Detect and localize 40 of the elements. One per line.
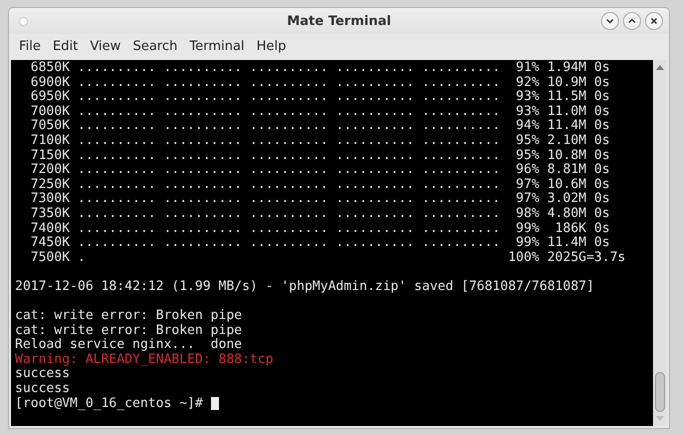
maximize-button[interactable] — [623, 12, 641, 30]
terminal-line: 7300K .......... .......... .......... .......... .......... 97% 3.02M 0s — [30, 192, 611, 207]
close-icon — [649, 16, 659, 26]
terminal-line: 7050K .......... .......... .......... .......... .......... 94% 11.4M 0s — [30, 119, 611, 134]
terminal-line: Warning: ALREADY_ENABLED: 888:tcp — [15, 352, 274, 368]
menu-item[interactable]: Terminal — [183, 38, 250, 54]
terminal-line: 7500K . 100% 2025G=3.7s — [30, 250, 626, 266]
terminal-line: 7200K .......... .......... .......... .......... .......... 96% 8.81M 0s — [30, 163, 611, 178]
scrollbar[interactable] — [653, 60, 667, 426]
terminal-line: 7250K .......... .......... .......... .......... .......... 97% 10.6M 0s — [30, 178, 611, 192]
terminal-line: success — [15, 367, 71, 382]
terminal-line: cat: write error: Broken pipe — [15, 324, 243, 338]
menu-item[interactable]: View — [84, 38, 127, 54]
terminal-line: 2017-12-06 18:42:12 (1.99 MB/s) - 'phpMyAdmin.zip' saved [7681087/7681087] — [15, 280, 596, 294]
text-cursor — [210, 397, 219, 410]
minimize-button[interactable] — [601, 12, 619, 30]
window-title: Mate Terminal — [286, 14, 392, 28]
chevron-down-icon — [605, 16, 615, 26]
scrollbar-thumb[interactable] — [655, 372, 665, 412]
menu-item[interactable]: Help — [250, 38, 292, 54]
terminal-line: 7000K .......... .......... .......... .......... .......... 93% 11.0M 0s — [30, 104, 611, 119]
menu-item[interactable]: File — [13, 38, 47, 54]
terminal-line: Reload service nginx... done — [15, 338, 243, 353]
terminal-line: success — [15, 382, 71, 397]
menu-item[interactable]: Search — [126, 38, 184, 54]
chevron-up-icon — [627, 16, 637, 26]
terminal-line: 7150K .......... .......... .......... .......... .......... 95% 10.8M 0s — [30, 148, 611, 163]
terminal-line: 6850K .......... .......... .......... .......... .......... 91% 1.94M 0s — [30, 61, 611, 76]
terminal-screen[interactable] — [11, 60, 653, 426]
terminal-line: 7350K .......... .......... .......... .......... .......... 98% 4.80M 0s — [30, 206, 611, 222]
scroll-up-icon[interactable] — [656, 64, 664, 70]
terminal-line: 7100K .......... .......... .......... .......... .......... 95% 2.10M 0s — [30, 134, 611, 149]
terminal-line: 6950K .......... .......... .......... .......... .......... 93% 11.5M 0s — [30, 90, 611, 105]
terminal-line: cat: write error: Broken pipe — [15, 309, 243, 324]
close-button[interactable] — [645, 12, 663, 30]
menu-item[interactable]: Edit — [46, 38, 84, 54]
terminal-line: 6900K .......... .......... .......... .......... .......... 92% 10.9M 0s — [30, 76, 611, 90]
terminal-line: 7450K .......... .......... .......... .......... .......... 99% 11.4M 0s — [30, 236, 611, 251]
shell-prompt: [root@VM_0_16_centos ~]# — [15, 396, 203, 412]
terminal-line: 7400K .......... .......... .......... .......... .......... 99% 186K 0s — [30, 222, 611, 236]
